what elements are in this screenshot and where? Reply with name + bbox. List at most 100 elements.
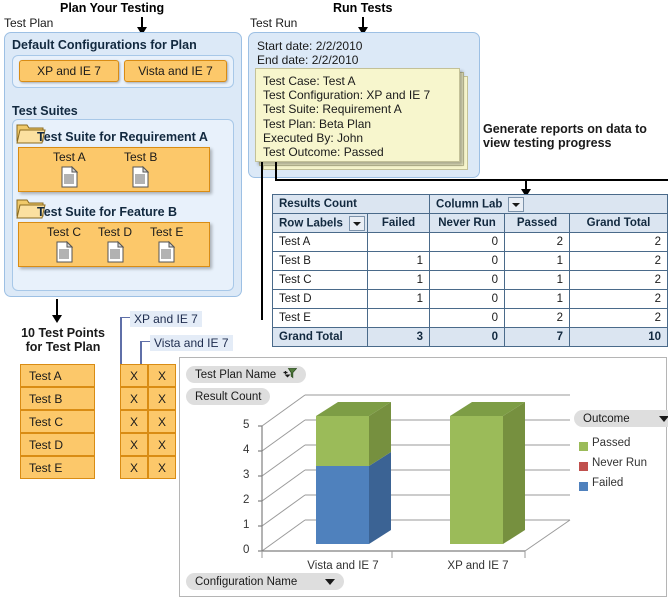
pivot-cell-grand-total: 2 (569, 232, 668, 252)
test-d-label: Test D (98, 225, 133, 239)
test-point-row-label: Test B (20, 387, 95, 410)
legend-label-never-run: Never Run (592, 457, 647, 469)
chevron-down-icon[interactable] (325, 578, 335, 585)
callout-vista-ie7: Vista and IE 7 (150, 335, 233, 351)
callout-leader-vista-vertical (140, 341, 142, 365)
x-category-vista: Vista and IE 7 (307, 560, 379, 572)
grand-total-passed: 7 (504, 327, 571, 347)
test-e-label: Test E (150, 225, 184, 239)
test-run-connector-left (261, 162, 263, 320)
test-point-cell-xp: X (120, 456, 148, 479)
table-row: Test C 1 0 1 2 (272, 270, 668, 290)
y-tick-4: 4 (243, 444, 250, 456)
pivot-cell-passed: 2 (504, 308, 571, 328)
test-run-start-date: Start date: 2/2/2010 (257, 39, 363, 53)
pivot-row-label: Test D (272, 289, 368, 309)
legend-swatch-never-run (579, 462, 588, 471)
grand-total-failed: 3 (366, 327, 431, 347)
note-line-test-outcome: Test Outcome: Passed (263, 145, 384, 160)
y-tick-0: 0 (243, 544, 250, 556)
test-point-cell-xp: X (120, 387, 148, 410)
pivot-cell-never-run: 0 (429, 232, 506, 252)
config-chip-vista-ie7[interactable]: Vista and IE 7 (124, 60, 227, 82)
grand-total-never-run: 0 (429, 327, 506, 347)
pivot-row-label: Test B (272, 251, 368, 271)
test-point-cell-vista: X (148, 387, 176, 410)
column-label-cell[interactable]: Column Lab (429, 194, 668, 214)
column-header-grand-total: Grand Total (569, 213, 668, 233)
document-icon (132, 165, 150, 188)
test-points-title-line1: 10 Test Points (21, 326, 105, 340)
test-plan-label: Test Plan (4, 16, 54, 30)
chevron-down-icon[interactable] (348, 215, 365, 231)
test-points-table: Test A Test B Test C Test D Test E X X X… (20, 364, 176, 479)
outcome-legend-label: Outcome (583, 412, 630, 425)
pivot-cell-never-run: 0 (429, 308, 506, 328)
pivot-cell-passed: 2 (504, 232, 571, 252)
note-line-executed-by: Executed By: John (263, 130, 364, 145)
callout-leader-vista (140, 341, 150, 342)
outcome-legend-button[interactable]: Outcome (574, 410, 668, 427)
test-points-title-line2: for Test Plan (25, 340, 101, 354)
pivot-cell-failed (366, 232, 431, 252)
test-point-row-label: Test E (20, 456, 95, 479)
document-icon (107, 240, 125, 263)
pivot-cell-never-run: 0 (429, 251, 506, 271)
configuration-name-label: Configuration Name (195, 575, 298, 588)
pivot-row-label: Test A (272, 232, 368, 252)
pivot-cell-never-run: 0 (429, 270, 506, 290)
test-c-label: Test C (47, 225, 82, 239)
note-line-test-configuration: Test Configuration: XP and IE 7 (263, 88, 431, 103)
pivot-cell-passed: 1 (504, 289, 571, 309)
grand-total-grand-total: 10 (569, 327, 668, 347)
pivot-cell-passed: 1 (504, 270, 571, 290)
test-plan-to-test-points-arrow (52, 299, 62, 323)
note-line-test-case: Test Case: Test A (263, 74, 356, 88)
test-result-note: Test Case: Test A Test Configuration: XP… (255, 68, 460, 162)
table-row: Test D 1 0 1 2 (272, 289, 668, 309)
callout-leader-xp-vertical (120, 317, 122, 365)
test-suite-requirement-a-body (18, 147, 210, 192)
results-count-label: Results Count (271, 194, 431, 214)
y-tick-1: 1 (243, 519, 250, 531)
callout-leader-xp (120, 317, 130, 318)
test-run-connector-horizontal (275, 179, 668, 181)
y-tick-5: 5 (243, 419, 250, 431)
grand-total-label: Grand Total (272, 327, 368, 347)
document-icon (61, 165, 79, 188)
column-header-failed: Failed (366, 213, 431, 233)
pivot-cell-failed (366, 308, 431, 328)
pivot-row-label: Test E (272, 308, 368, 328)
pivot-chart-panel: Test Plan Name Result Count 5 4 3 2 1 0 … (179, 357, 668, 597)
config-chip-xp-ie7[interactable]: XP and IE 7 (19, 60, 119, 82)
pivot-grand-total-row: Grand Total 3 0 7 10 (272, 327, 668, 347)
chevron-down-icon[interactable] (508, 196, 525, 212)
results-pivot-table[interactable]: Results Count Column Lab Row Labels Fail… (271, 194, 668, 347)
test-point-cell-xp: X (120, 433, 148, 456)
plan-your-testing-caption: Plan Your Testing (60, 1, 165, 15)
column-header-never-run: Never Run (429, 213, 506, 233)
pivot-cell-grand-total: 2 (569, 308, 668, 328)
chevron-down-icon[interactable] (659, 415, 668, 422)
test-b-label: Test B (124, 150, 158, 164)
test-point-cell-vista: X (148, 364, 176, 387)
column-header-passed: Passed (504, 213, 571, 233)
generate-reports-caption: Generate reports on data to view testing… (483, 122, 647, 150)
test-a-label: Test A (53, 150, 86, 164)
test-point-row-label: Test C (20, 410, 95, 433)
note-line-test-plan: Test Plan: Beta Plan (263, 116, 372, 131)
legend-swatch-passed (579, 442, 588, 451)
configuration-name-field-button[interactable]: Configuration Name (186, 573, 344, 590)
table-row: Test A 0 2 2 (272, 232, 668, 252)
test-points-title: 10 Test Points for Test Plan (8, 326, 118, 354)
document-icon (56, 240, 74, 263)
legend-label-failed: Failed (592, 477, 624, 489)
pivot-header-row: Row Labels Failed Never Run Passed Grand… (272, 213, 668, 233)
column-label-text: Column Lab (436, 198, 503, 211)
row-labels-header[interactable]: Row Labels (272, 213, 368, 233)
pivot-cell-grand-total: 2 (569, 289, 668, 309)
legend-swatch-failed (579, 482, 588, 491)
test-point-row-label: Test A (20, 364, 95, 387)
document-icon (158, 240, 176, 263)
default-configurations-title: Default Configurations for Plan (12, 38, 197, 52)
